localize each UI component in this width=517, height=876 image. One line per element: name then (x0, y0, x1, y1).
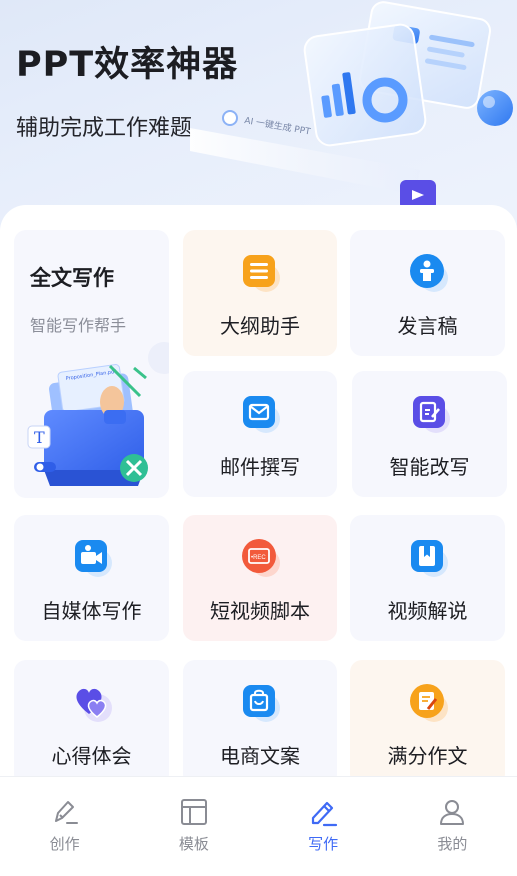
tab-create[interactable]: 创作 (0, 777, 129, 876)
illustration-badge-letter: T (34, 428, 45, 447)
tool-card-email[interactable]: 邮件撰写 (183, 371, 337, 497)
speaker-podium-icon (408, 252, 448, 292)
tab-label: 写作 (308, 835, 339, 853)
hero-chip-text: AI 一键生成 PPT (243, 114, 311, 138)
tool-label: 邮件撰写 (220, 455, 300, 479)
feature-card-title: 全文写作 (30, 266, 114, 290)
feature-card-full-writing[interactable]: 全文写作 智能写作帮手 Proposition_Plan.pdf T (14, 230, 169, 498)
note-pen-icon (408, 682, 448, 722)
tool-card-speech[interactable]: 发言稿 (350, 230, 505, 356)
tool-label: 短视频脚本 (210, 599, 310, 623)
tool-label: 发言稿 (397, 314, 458, 338)
template-layout-icon (180, 799, 207, 825)
tab-label: 模板 (178, 835, 209, 853)
rec-text: •REC (251, 555, 266, 561)
hearts-icon (72, 682, 112, 722)
tab-label: 创作 (49, 835, 80, 853)
tool-card-ecommerce[interactable]: 电商文案 (183, 660, 337, 786)
tool-label: 大纲助手 (220, 314, 300, 338)
hero-illustration: AI 一键生成 PPT (190, 1, 513, 210)
video-camera-icon (72, 537, 112, 577)
tool-card-reflection[interactable]: 心得体会 (14, 660, 169, 786)
pencil-write-icon (312, 801, 338, 827)
user-profile-icon (440, 800, 465, 825)
pen-create-icon (54, 801, 78, 824)
tool-card-video-commentary[interactable]: 视频解说 (350, 515, 505, 641)
tab-profile[interactable]: 我的 (388, 777, 517, 876)
outline-list-icon (240, 252, 280, 292)
tool-label: 自媒体写作 (41, 599, 142, 623)
tool-card-self-media[interactable]: 自媒体写作 (14, 515, 169, 641)
bottom-tab-bar: 创作 模板 写作 我的 (0, 776, 517, 876)
hero-subtitle: 辅助完成工作难题 (16, 116, 193, 141)
tool-card-short-video[interactable]: •REC 短视频脚本 (183, 515, 337, 641)
tool-card-essay[interactable]: 满分作文 (350, 660, 505, 786)
tool-label: 电商文案 (220, 744, 300, 768)
tool-card-rewrite[interactable]: 智能改写 (352, 371, 507, 497)
tab-writing[interactable]: 写作 (259, 777, 388, 876)
edit-document-icon (410, 393, 450, 433)
tab-label: 我的 (437, 835, 468, 853)
tool-label: 智能改写 (389, 455, 470, 479)
tool-label: 视频解说 (387, 599, 468, 623)
bookmark-book-icon (408, 537, 448, 577)
hero-banner[interactable]: PPT效率神器 辅助完成工作难题 AI 一键生成 PPT (0, 0, 517, 240)
tool-label: 满分作文 (387, 744, 468, 768)
tool-label: 心得体会 (51, 744, 132, 768)
tab-templates[interactable]: 模板 (129, 777, 258, 876)
rec-video-icon: •REC (240, 537, 280, 577)
mail-icon (240, 393, 280, 433)
tool-card-outline[interactable]: 大纲助手 (183, 230, 337, 356)
shopping-bag-icon (240, 682, 280, 722)
feature-card-subtitle: 智能写作帮手 (30, 316, 127, 335)
writing-illustration: Proposition_Plan.pdf T (27, 342, 169, 486)
